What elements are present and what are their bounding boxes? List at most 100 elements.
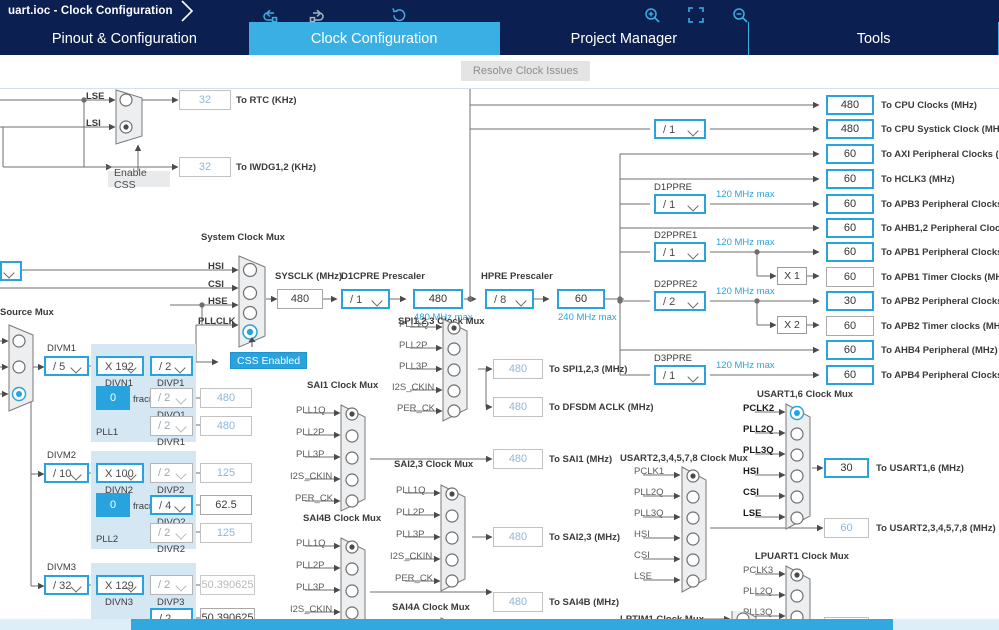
output-axi-box[interactable]: 60 — [826, 144, 874, 164]
hsi-source-combo[interactable] — [0, 261, 22, 281]
iwdg-value-box[interactable]: 32 — [179, 157, 231, 177]
pll2p-value-box[interactable]: 125 — [200, 463, 252, 483]
d1cpre-combo[interactable]: / 1 — [341, 289, 390, 309]
usart2345678-clock-mux[interactable] — [681, 466, 707, 593]
dfsdm-output-box[interactable]: 480 — [493, 397, 543, 417]
rtc-output-label: To RTC (KHz) — [236, 95, 297, 106]
horizontal-scrollbar[interactable] — [0, 619, 999, 630]
output-hclk3-box[interactable]: 60 — [826, 169, 874, 189]
output-hclk3-label: To HCLK3 (MHz) — [881, 174, 955, 185]
d1cpre-output-box[interactable]: 480 — [413, 289, 463, 309]
spi-in2: PLL3P — [399, 361, 428, 372]
output-ahb12-box[interactable]: 60 — [826, 218, 874, 238]
sai1-output-box[interactable]: 480 — [493, 449, 543, 469]
output-apb1-timer-box[interactable]: 60 — [826, 267, 874, 287]
sai4b-clock-mux[interactable] — [340, 537, 366, 630]
chevron-down-icon — [689, 127, 698, 133]
d3ppre-combo[interactable]: / 1 — [654, 365, 706, 385]
zoom-in-icon[interactable] — [641, 5, 663, 25]
fracn2-value: 0 — [109, 499, 117, 511]
tab-pinout-configuration[interactable]: Pinout & Configuration — [0, 22, 250, 55]
breadcrumb-chevron-icon — [180, 0, 196, 22]
fracn1-field[interactable]: 0 — [96, 386, 130, 410]
d2ppre1-combo[interactable]: / 1 — [654, 242, 706, 262]
rtc-clock-mux[interactable] — [115, 89, 143, 145]
sai23-output-box[interactable]: 480 — [493, 527, 543, 547]
divn3-combo[interactable]: X 129 — [96, 575, 144, 595]
hpre-output-box[interactable]: 60 — [557, 289, 605, 309]
sysmux-input-pllclk: PLLCLK — [198, 316, 236, 327]
d1ppre-combo[interactable]: / 1 — [654, 194, 706, 214]
sai4b-output-label: To SAI4B (MHz) — [549, 597, 620, 608]
pll2p-value: 125 — [216, 467, 236, 479]
tab-clock-configuration[interactable]: Clock Configuration — [249, 22, 500, 55]
undo-icon[interactable] — [259, 5, 281, 25]
clock-tree-canvas[interactable]: LSE LSI Enable CSS 32 To RTC (KHz) 32 To… — [0, 89, 999, 630]
pll2r-value-box[interactable]: 125 — [200, 523, 252, 543]
sysclk-value-box[interactable]: 480 — [277, 289, 323, 309]
divr2-combo[interactable]: / 2 — [150, 523, 193, 543]
divm2-label: DIVM2 — [47, 450, 77, 461]
usart2345678-output-value: 60 — [840, 522, 853, 534]
output-cpu-systick-label: To CPU Systick Clock (MHz) — [881, 124, 999, 135]
scrollbar-thumb[interactable] — [131, 619, 893, 630]
pll3p-value-box[interactable]: 50.390625 — [200, 575, 255, 595]
output-value: 480 — [840, 99, 860, 111]
usart2345678-output-box[interactable]: 60 — [824, 518, 869, 538]
output-apb4-box[interactable]: 60 — [826, 365, 874, 385]
divp3-combo[interactable]: / 2 — [150, 575, 193, 595]
sysmux-input-hse: HSE — [208, 296, 228, 307]
resolve-clock-issues-button[interactable]: Resolve Clock Issues — [461, 61, 590, 81]
rtc-value: 32 — [198, 94, 212, 106]
divn1-combo[interactable]: X 192 — [96, 356, 144, 376]
fit-screen-icon[interactable] — [685, 5, 707, 25]
d2ppre2-combo[interactable]: / 2 — [654, 291, 706, 311]
divm1-combo[interactable]: / 5 — [44, 356, 89, 376]
output-apb2-box[interactable]: 30 — [826, 291, 874, 311]
output-apb1-box[interactable]: 60 — [826, 242, 874, 262]
sai1-clock-mux[interactable] — [340, 404, 366, 512]
enable-css-button[interactable]: Enable CSS — [108, 167, 170, 191]
hpre-output-value: 60 — [574, 293, 588, 305]
tab-tools[interactable]: Tools — [749, 22, 999, 55]
hpre-combo[interactable]: / 8 — [485, 289, 534, 309]
tab-project-manager[interactable]: Project Manager — [499, 22, 750, 55]
fracn2-field[interactable]: 0 — [96, 493, 130, 517]
divm1-value: / 5 — [53, 361, 66, 373]
divq2-combo[interactable]: / 4 — [150, 495, 193, 515]
divp2-combo[interactable]: / 2 — [150, 463, 193, 483]
usart16-output-box[interactable]: 30 — [824, 458, 869, 478]
redo-icon[interactable] — [305, 5, 327, 25]
rtc-value-box[interactable]: 32 — [179, 90, 231, 110]
divm3-combo[interactable]: / 32 — [44, 575, 89, 595]
sai23-clock-mux[interactable] — [440, 484, 466, 592]
spi123-output-box[interactable]: 480 — [493, 359, 543, 379]
zoom-out-icon[interactable] — [729, 5, 751, 25]
divn2-combo[interactable]: X 100 — [96, 463, 144, 483]
sai4b-output-box[interactable]: 480 — [493, 592, 543, 612]
output-apb3-box[interactable]: 60 — [826, 194, 874, 214]
pll1q-value-box[interactable]: 480 — [200, 388, 252, 408]
systick-prescaler-combo[interactable]: / 1 — [654, 119, 706, 139]
output-apb2-timer-box[interactable]: 60 — [826, 316, 874, 336]
spi123-clock-mux[interactable] — [442, 318, 468, 422]
pll1q-value: 480 — [216, 392, 236, 404]
divp1-combo[interactable]: / 2 — [150, 356, 193, 376]
d1ppre-label: D1PPRE — [654, 182, 693, 193]
divm2-combo[interactable]: / 10 — [44, 463, 89, 483]
divr1-combo[interactable]: / 2 — [150, 416, 193, 436]
sai23-in0: PLL1Q — [396, 485, 426, 496]
sai1-in1: PLL2P — [296, 427, 325, 438]
divq1-combo[interactable]: / 2 — [150, 388, 193, 408]
sai23-in2: PLL3P — [396, 529, 425, 540]
source-mux[interactable] — [8, 324, 34, 412]
css-enabled-button[interactable]: CSS Enabled — [230, 352, 308, 369]
output-cpu-systick-box[interactable]: 480 — [826, 119, 874, 139]
output-cpu-clocks-box[interactable]: 480 — [826, 95, 874, 115]
pll1r-value-box[interactable]: 480 — [200, 416, 252, 436]
system-clock-mux[interactable] — [238, 255, 266, 348]
usart16-clock-mux[interactable] — [785, 403, 811, 530]
pll2q-value-box[interactable]: 62.5 — [200, 495, 252, 515]
output-ahb4-box[interactable]: 60 — [826, 340, 874, 360]
reset-icon[interactable] — [388, 5, 410, 25]
